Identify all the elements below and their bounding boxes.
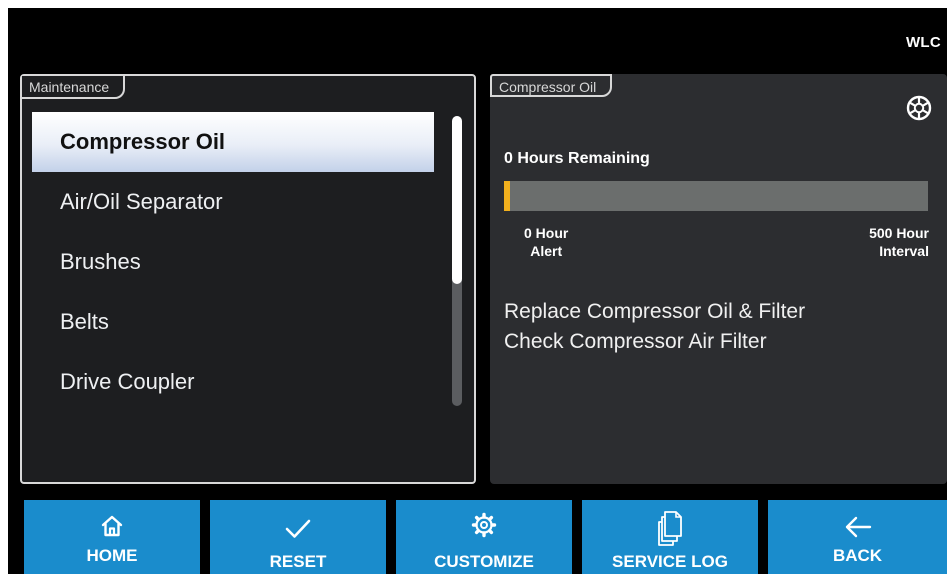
documents-icon [658, 511, 682, 546]
home-icon [101, 515, 123, 537]
top-bar: WLC [8, 8, 947, 74]
button-bar: HOME RESET CUSTOMIZE SERVICE LOG BACK [8, 500, 947, 574]
detail-panel-title: Compressor Oil [490, 74, 613, 97]
scale-right-line2: Interval [879, 243, 929, 259]
list-item-air-oil-separator[interactable]: Air/Oil Separator [32, 172, 434, 232]
scale-right-label: 500 Hour Interval [869, 224, 929, 260]
brand-label: WLC [905, 34, 941, 51]
hours-remaining-text: 0 Hours Remaining [504, 150, 650, 167]
scale-right-line1: 500 Hour [869, 225, 929, 241]
progress-marker [504, 181, 510, 211]
back-button[interactable]: BACK [768, 500, 947, 574]
task-text: Replace Compressor Oil & Filter [504, 300, 806, 323]
scale-left-label: 0 Hour Alert [524, 224, 568, 260]
gear-icon [471, 512, 497, 538]
scale-left-line2: Alert [530, 243, 563, 259]
hours-progress-bar [504, 181, 928, 211]
list-item-compressor-oil[interactable]: Compressor Oil [32, 112, 434, 172]
task-text: Check Compressor Air Filter [504, 330, 767, 353]
home-button[interactable]: HOME [24, 500, 200, 574]
scale-left-line1: 0 Hour [524, 225, 569, 241]
screen: WLC Maintenance Compressor Oil Air/Oil S… [8, 8, 947, 574]
maintenance-panel: Maintenance Compressor Oil Air/Oil Separ… [20, 74, 476, 484]
reset-button[interactable]: RESET [210, 500, 386, 574]
back-button-label: BACK [832, 546, 883, 565]
customize-button[interactable]: CUSTOMIZE [396, 500, 572, 574]
customize-button-label: CUSTOMIZE [434, 552, 534, 571]
service-log-button[interactable]: SERVICE LOG [582, 500, 758, 574]
scrollbar-thumb[interactable] [452, 116, 462, 284]
list-item-brushes[interactable]: Brushes [32, 232, 434, 292]
service-gear-icon[interactable] [905, 94, 933, 122]
maintenance-panel-title: Maintenance [22, 76, 126, 99]
service-log-button-label: SERVICE LOG [612, 552, 728, 571]
list-item-belts[interactable]: Belts [32, 292, 434, 352]
detail-panel: Compressor Oil 0 Hours Remaining 0 Hour … [490, 74, 947, 484]
home-button-label: HOME [86, 546, 138, 565]
list-scrollbar[interactable] [452, 116, 462, 406]
reset-button-label: RESET [269, 552, 327, 571]
maintenance-list: Compressor Oil Air/Oil Separator Brushes… [32, 112, 434, 412]
arrow-left-icon [845, 516, 871, 538]
list-item-drive-coupler[interactable]: Drive Coupler [32, 352, 434, 412]
check-icon [285, 519, 311, 538]
